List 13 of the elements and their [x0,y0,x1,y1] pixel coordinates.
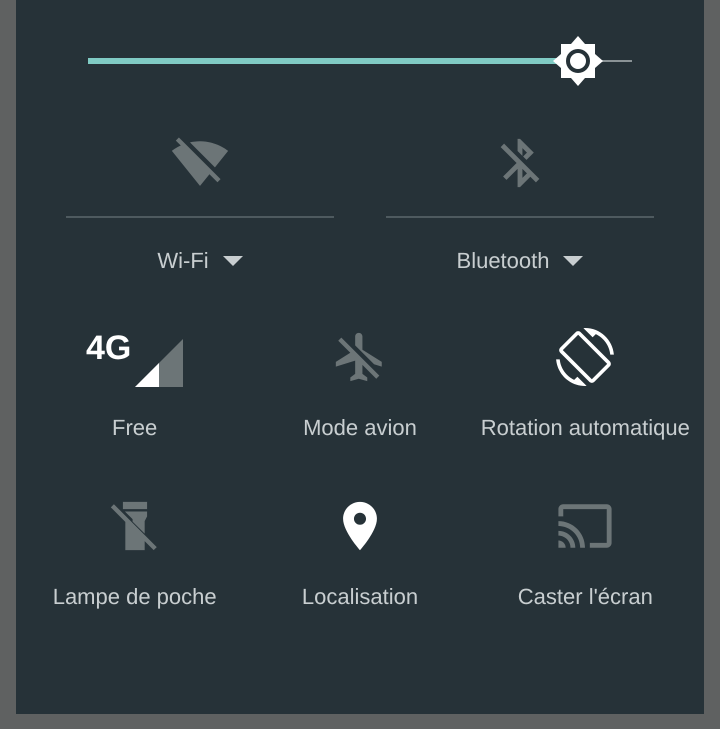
tile-label[interactable]: Lampe de poche [52,580,217,613]
dropdown-caret-icon [222,256,243,266]
network-type-label: 4G [86,331,132,365]
brightness-thumb[interactable] [552,36,603,86]
dropdown-caret-icon [563,256,584,266]
tile-label[interactable]: Mode avion [303,411,417,444]
signal-strength-icon [135,339,184,387]
tile-label[interactable]: Free [112,411,158,444]
tile-label[interactable]: Caster l'écran [518,580,653,613]
tile-dropdown[interactable]: Bluetooth [456,244,584,277]
tile-label[interactable]: Localisation [302,580,418,613]
tile-label[interactable]: Rotation automatique [480,411,690,444]
tile-dropdown[interactable]: Wi-Fi [157,244,243,277]
